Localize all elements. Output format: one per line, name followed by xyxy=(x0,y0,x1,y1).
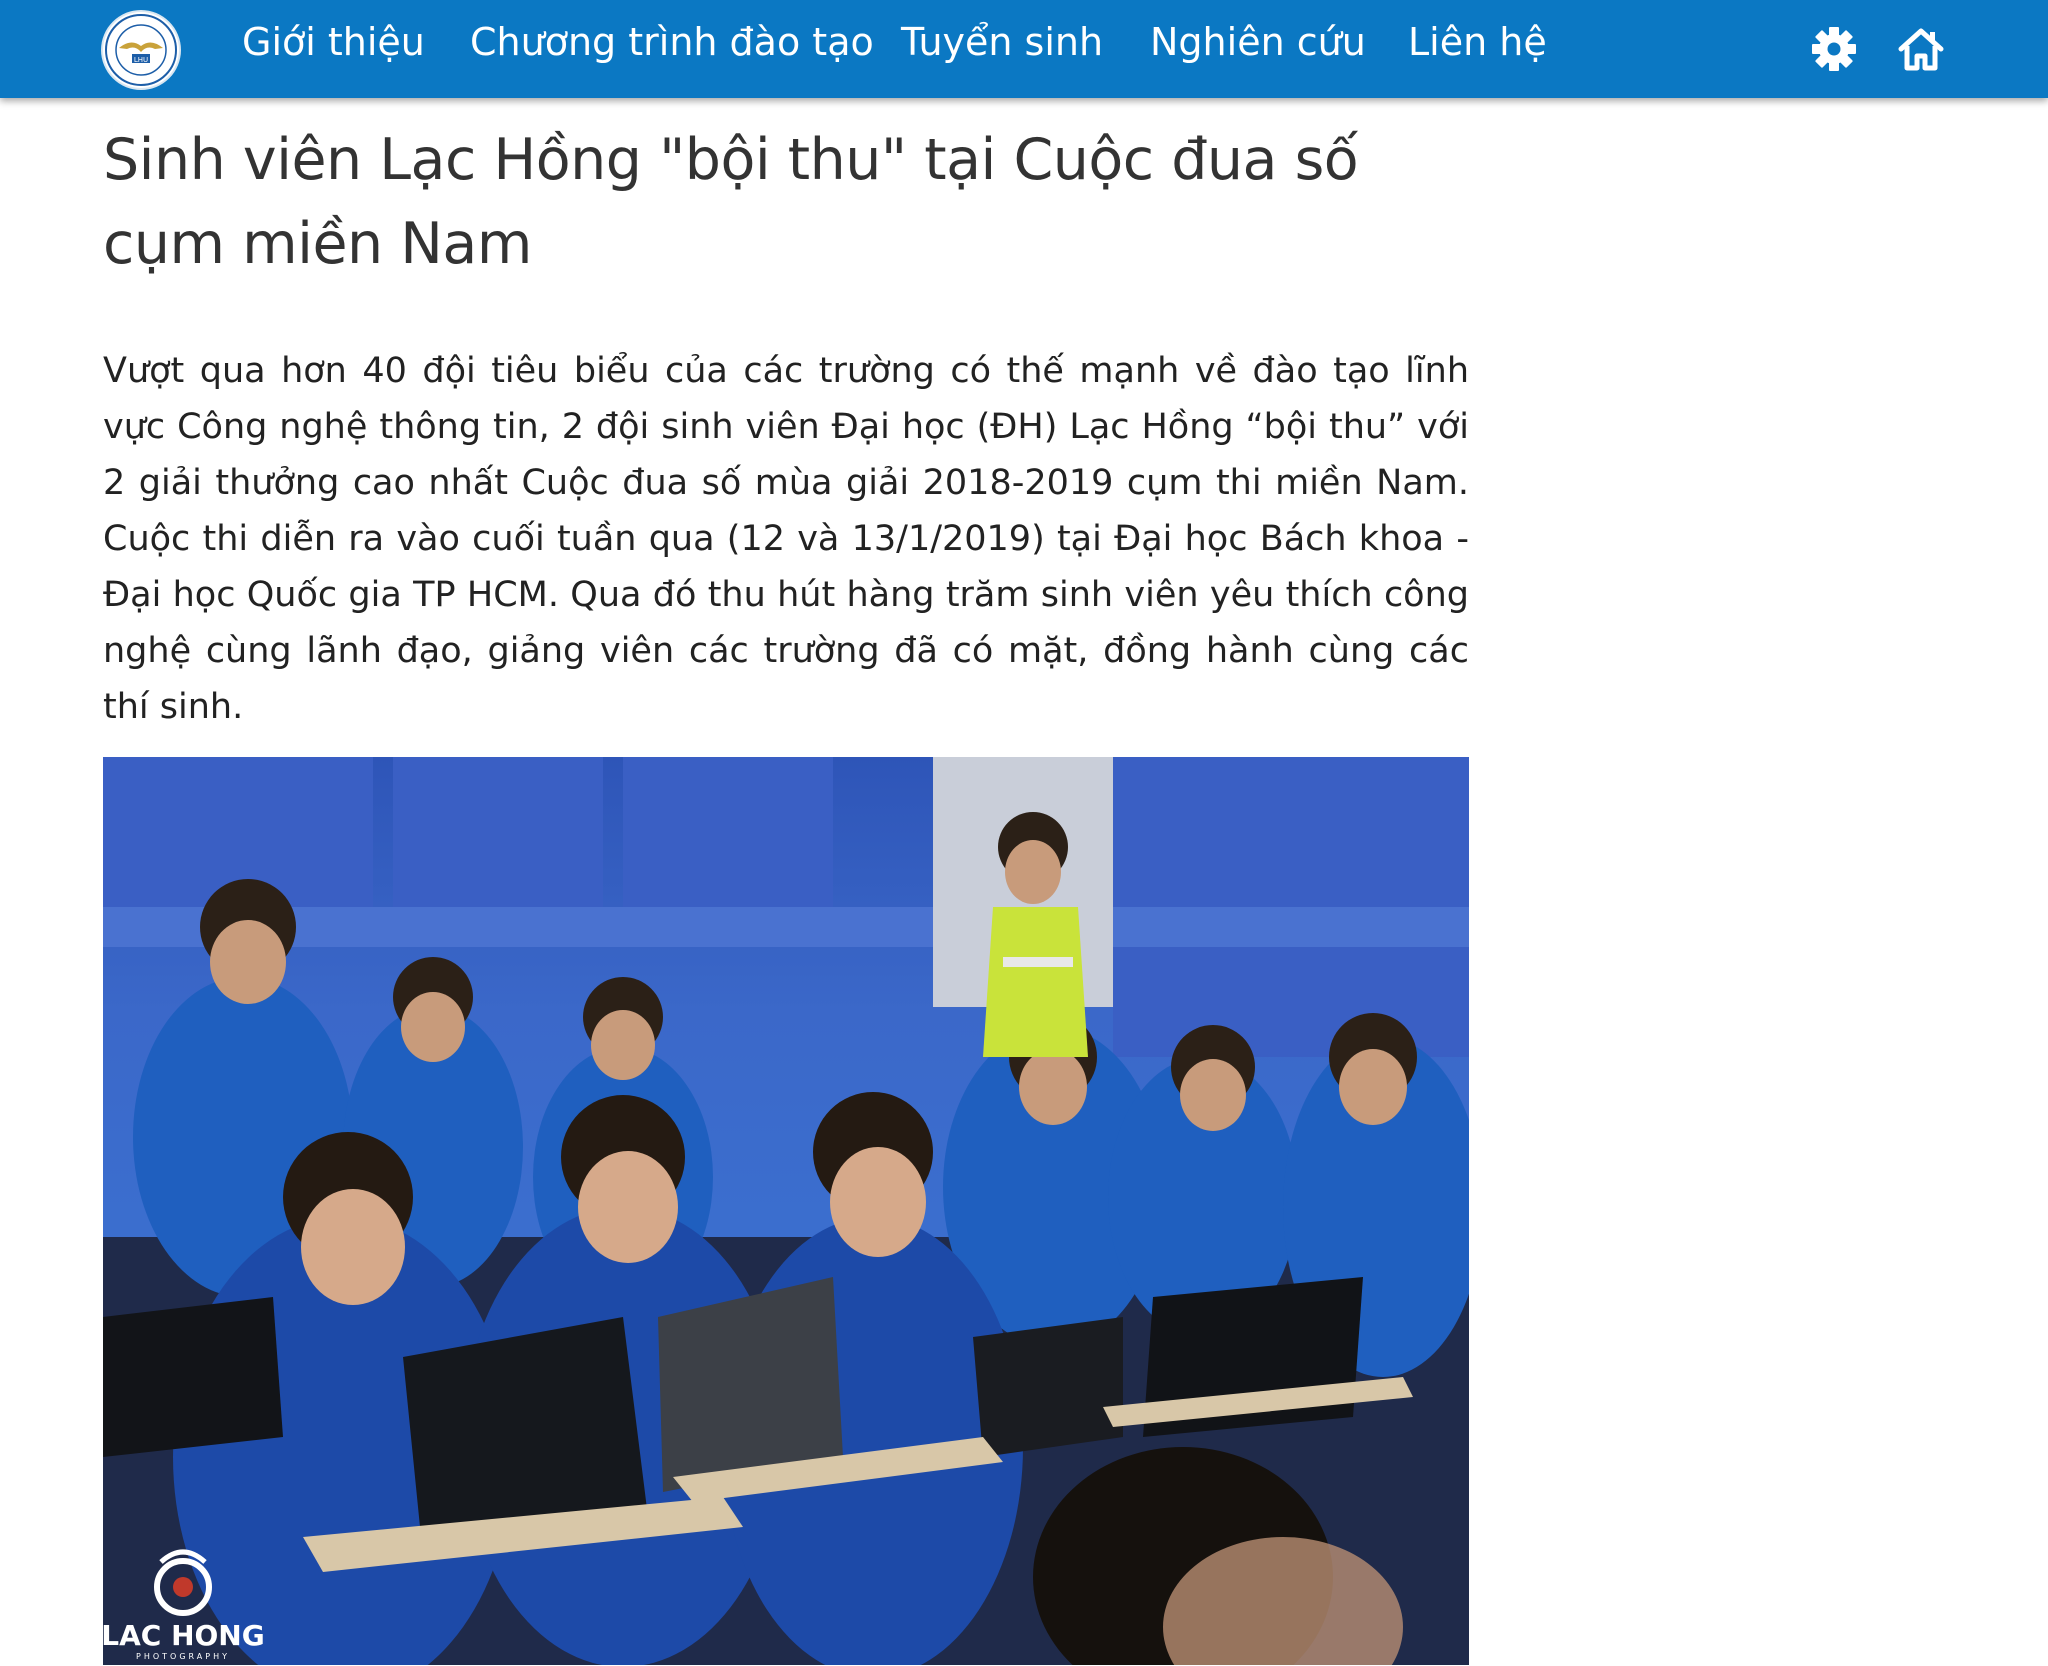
article-title: Sinh viên Lạc Hồng "bội thu" tại Cuộc đu… xyxy=(103,127,1359,277)
nav-lien-he[interactable]: Liên hệ xyxy=(1408,12,1547,72)
nav-tuyen-sinh[interactable]: Tuyển sinh xyxy=(901,12,1103,72)
nav-gioi-thieu[interactable]: Giới thiệu xyxy=(242,12,425,72)
article-photo: LAC HONG PHOTOGRAPHY xyxy=(103,757,1469,1665)
article-lead-paragraph: Vượt qua hơn 40 đội tiêu biểu của các tr… xyxy=(103,351,1469,727)
svg-text:LHU: LHU xyxy=(134,56,148,64)
photo-watermark-sub: PHOTOGRAPHY xyxy=(136,1652,230,1661)
nav-chuong-trinh-dao-tao[interactable]: Chương trình đào tạo xyxy=(470,12,874,72)
top-navbar: LHU Giới thiệu Chương trình đào tạo Tuyể… xyxy=(0,0,2048,98)
home-icon[interactable] xyxy=(1896,24,1946,74)
nav-nghien-cuu[interactable]: Nghiên cứu xyxy=(1150,12,1366,72)
university-logo[interactable]: LHU xyxy=(103,12,179,88)
photo-watermark: LAC HONG xyxy=(103,1619,265,1652)
gear-icon[interactable] xyxy=(1809,24,1859,74)
